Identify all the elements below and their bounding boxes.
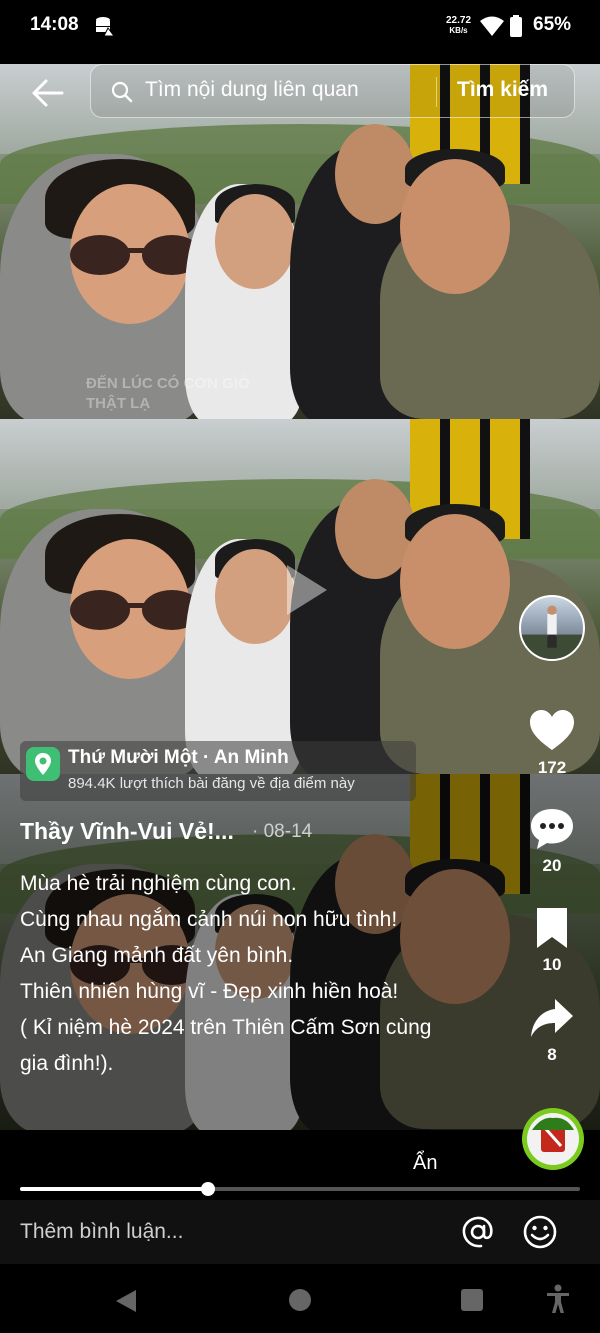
- system-nav-bar: [0, 1264, 600, 1333]
- network-speed-unit: KB/s: [449, 26, 468, 35]
- music-disc[interactable]: [522, 1108, 584, 1170]
- search-divider: [436, 77, 437, 107]
- author-name[interactable]: Thầy Vĩnh-Vui Vẻ!...: [20, 818, 234, 845]
- clock: 14:08: [30, 14, 79, 35]
- data-saver-icon: [96, 17, 114, 36]
- share-action[interactable]: 8: [522, 995, 582, 1065]
- music-disc-icon: [527, 1113, 579, 1165]
- like-action[interactable]: 172: [522, 708, 582, 778]
- mention-icon[interactable]: [460, 1214, 496, 1250]
- post-date: · 08-14: [252, 821, 313, 842]
- top-bar: Tìm nội dung liên quan Tìm kiếm: [0, 64, 600, 120]
- share-count: 8: [547, 1045, 557, 1064]
- hide-caption-button[interactable]: Ẩn: [413, 1152, 437, 1175]
- comment-bubble-icon[interactable]: [529, 806, 575, 852]
- like-count: 172: [537, 758, 567, 777]
- comment-action[interactable]: 20: [522, 806, 582, 876]
- search-icon: [111, 81, 133, 103]
- location-tag[interactable]: Thứ Mười Một · An Minh 894.4K lượt thích…: [20, 741, 416, 801]
- author-avatar[interactable]: [519, 595, 585, 661]
- location-name: Thứ Mười Một · An Minh: [68, 747, 289, 768]
- battery-icon: [510, 15, 522, 37]
- video-progress-bar[interactable]: [20, 1182, 580, 1196]
- post-caption: Mùa hè trải nghiệm cùng con. Cùng nhau n…: [20, 872, 432, 1075]
- nav-home-icon[interactable]: [288, 1288, 312, 1312]
- save-count: 10: [542, 955, 562, 974]
- share-arrow-icon[interactable]: [529, 995, 575, 1041]
- bookmark-icon[interactable]: [529, 905, 575, 951]
- video-progress-handle[interactable]: [200, 1182, 215, 1196]
- comment-count: 20: [542, 856, 562, 875]
- video-progress-fill: [20, 1187, 208, 1191]
- network-speed-value: 22.72: [446, 15, 472, 26]
- back-arrow-icon[interactable]: [30, 78, 64, 108]
- video-watermark: ĐẾN LÚC CÓ CƠN GIÓ THẬT LẠ: [86, 375, 250, 412]
- play-icon[interactable]: [282, 560, 332, 620]
- comment-bar: Thêm bình luận...: [0, 1200, 600, 1264]
- nav-back-icon[interactable]: [114, 1288, 138, 1314]
- battery-percent: 65%: [533, 14, 572, 35]
- comment-input[interactable]: Thêm bình luận...: [20, 1220, 183, 1244]
- status-bar: 14:08 22.72 KB/s 65%: [0, 0, 600, 64]
- nav-recents-icon[interactable]: [460, 1288, 484, 1312]
- heart-icon[interactable]: [529, 708, 575, 754]
- search-bar[interactable]: Tìm nội dung liên quan Tìm kiếm: [90, 64, 575, 118]
- location-subtitle: 894.4K lượt thích bài đăng về địa điểm n…: [68, 775, 355, 792]
- accessibility-icon[interactable]: [545, 1284, 571, 1314]
- emoji-icon[interactable]: [522, 1214, 558, 1250]
- location-pin-icon: [26, 747, 60, 781]
- search-input[interactable]: Tìm nội dung liên quan: [145, 78, 359, 102]
- search-button[interactable]: Tìm kiếm: [457, 78, 548, 102]
- wifi-icon: [480, 16, 504, 36]
- save-action[interactable]: 10: [522, 905, 582, 975]
- network-speed: 22.72 KB/s: [446, 16, 471, 36]
